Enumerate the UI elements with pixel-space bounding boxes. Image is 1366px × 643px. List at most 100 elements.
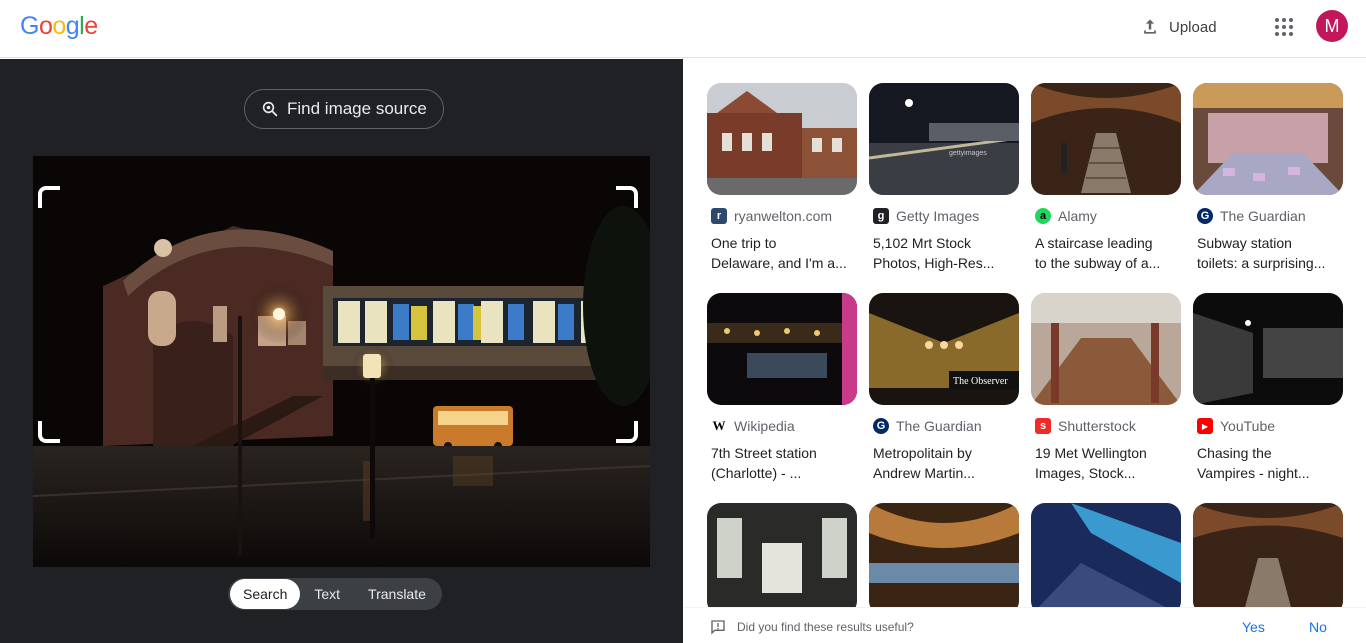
source-name: ryanwelton.com: [734, 208, 833, 224]
result-title[interactable]: Subway station toilets: a surprising...: [1197, 233, 1343, 273]
result-thumbnail[interactable]: The Observer: [869, 293, 1019, 405]
result-card[interactable]: [1193, 503, 1343, 615]
lens-search-icon: [262, 101, 278, 117]
result-thumbnail[interactable]: [1031, 503, 1181, 615]
title-line: A staircase leading: [1035, 235, 1153, 251]
result-source: G The Guardian: [1197, 207, 1343, 225]
upload-icon: [1144, 19, 1156, 34]
result-title[interactable]: 19 Met Wellington Images, Stock...: [1035, 443, 1181, 483]
title-line: toilets: a surprising...: [1197, 255, 1326, 271]
watermark: The Observer: [953, 376, 1008, 387]
result-card[interactable]: W Wikipedia 7th Street station (Charlott…: [707, 293, 857, 483]
upload-label: Upload: [1169, 18, 1217, 36]
alamy-favicon: a: [1035, 208, 1051, 224]
feedback-yes-button[interactable]: Yes: [1242, 619, 1265, 635]
title-line: Vampires - night...: [1197, 465, 1310, 481]
result-title[interactable]: A staircase leading to the subway of a..…: [1035, 233, 1181, 273]
crop-corner-top-right[interactable]: [616, 186, 638, 208]
youtube-favicon: ▶: [1197, 418, 1213, 434]
result-thumbnail[interactable]: gettyimages: [869, 83, 1019, 195]
result-card[interactable]: s Shutterstock 19 Met Wellington Images,…: [1031, 293, 1181, 483]
result-title[interactable]: Chasing the Vampires - night...: [1197, 443, 1343, 483]
result-thumbnail[interactable]: [1031, 83, 1181, 195]
title-line: Images, Stock...: [1035, 465, 1136, 481]
source-name: Alamy: [1058, 208, 1097, 224]
upload-button[interactable]: Upload: [1140, 12, 1217, 42]
visual-matches-panel: r ryanwelton.com One trip to Delaware, a…: [683, 59, 1366, 643]
result-source: ▶ YouTube: [1197, 417, 1343, 435]
source-name: Wikipedia: [734, 418, 795, 434]
feedback-question: Did you find these results useful?: [737, 620, 914, 634]
result-thumbnail[interactable]: [1193, 503, 1343, 615]
title-line: Photos, High-Res...: [873, 255, 995, 271]
tab-search[interactable]: Search: [230, 579, 301, 609]
guardian-favicon: G: [1197, 208, 1213, 224]
result-source: r ryanwelton.com: [711, 207, 857, 225]
getty-favicon: g: [873, 208, 889, 224]
result-title[interactable]: 5,102 Mrt Stock Photos, High-Res...: [873, 233, 1019, 273]
result-source: G The Guardian: [873, 417, 1019, 435]
result-card[interactable]: [869, 503, 1019, 615]
feedback-no-button[interactable]: No: [1309, 619, 1327, 635]
crop-corner-bottom-right[interactable]: [616, 421, 638, 443]
result-thumbnail[interactable]: [707, 503, 857, 615]
result-thumbnail[interactable]: [1193, 83, 1343, 195]
title-line: 19 Met Wellington: [1035, 445, 1147, 461]
title-line: (Charlotte) - ...: [711, 465, 802, 481]
result-thumbnail[interactable]: [707, 83, 857, 195]
logo-letter: G: [20, 12, 39, 40]
lens-mode-tabs: Search Text Translate: [228, 578, 442, 610]
apps-grid-icon[interactable]: [1273, 16, 1295, 38]
feedback-bar: Did you find these results useful? Yes N…: [683, 607, 1366, 643]
top-bar: Google Upload M: [0, 0, 1366, 58]
title-line: Delaware, and I'm a...: [711, 255, 847, 271]
ryanwelton-favicon: r: [711, 208, 727, 224]
result-thumbnail[interactable]: [1193, 293, 1343, 405]
source-name: The Guardian: [1220, 208, 1306, 224]
find-source-label: Find image source: [287, 99, 427, 118]
logo-letter: g: [65, 12, 80, 40]
crop-corner-top-left[interactable]: [38, 186, 60, 208]
result-card[interactable]: [1031, 503, 1181, 615]
result-card[interactable]: G The Guardian Subway station toilets: a…: [1193, 83, 1343, 273]
result-card[interactable]: The Observer G The Guardian Metropolitai…: [869, 293, 1019, 483]
avatar[interactable]: M: [1316, 10, 1348, 42]
query-image[interactable]: [33, 156, 650, 567]
title-line: 7th Street station: [711, 445, 817, 461]
result-thumbnail[interactable]: [1031, 293, 1181, 405]
source-name: The Guardian: [896, 418, 982, 434]
result-title[interactable]: Metropolitain by Andrew Martin...: [873, 443, 1019, 483]
tab-text[interactable]: Text: [300, 579, 354, 609]
result-source: W Wikipedia: [711, 417, 857, 435]
result-thumbnail[interactable]: [707, 293, 857, 405]
wikipedia-favicon: W: [711, 418, 727, 434]
result-title[interactable]: 7th Street station (Charlotte) - ...: [711, 443, 857, 483]
result-source: g Getty Images: [873, 207, 1019, 225]
logo-letter: o: [52, 12, 66, 40]
title-line: Andrew Martin...: [873, 465, 975, 481]
watermark: gettyimages: [949, 150, 987, 157]
result-card[interactable]: r ryanwelton.com One trip to Delaware, a…: [707, 83, 857, 273]
source-name: Getty Images: [896, 208, 980, 224]
find-image-source-button[interactable]: Find image source: [244, 89, 444, 129]
result-title[interactable]: One trip to Delaware, and I'm a...: [711, 233, 857, 273]
feedback-icon: [711, 620, 725, 635]
title-line: to the subway of a...: [1035, 255, 1161, 271]
result-card[interactable]: gettyimages g Getty Images 5,102 Mrt Sto…: [869, 83, 1019, 273]
guardian-favicon: G: [873, 418, 889, 434]
result-source: s Shutterstock: [1035, 417, 1181, 435]
title-line: 5,102 Mrt Stock: [873, 235, 972, 251]
result-card[interactable]: ▶ YouTube Chasing the Vampires - night..…: [1193, 293, 1343, 483]
avatar-letter: M: [1324, 15, 1340, 36]
lens-panel: Find image source Search Text Translate: [0, 59, 683, 643]
google-logo[interactable]: Google: [20, 12, 98, 41]
title-line: Metropolitain by: [873, 445, 972, 461]
crop-corner-bottom-left[interactable]: [38, 421, 60, 443]
title-line: Subway station: [1197, 235, 1292, 251]
result-card[interactable]: a Alamy A staircase leading to the subwa…: [1031, 83, 1181, 273]
result-source: a Alamy: [1035, 207, 1181, 225]
tab-translate[interactable]: Translate: [354, 579, 440, 609]
result-thumbnail[interactable]: [869, 503, 1019, 615]
result-card[interactable]: [707, 503, 857, 615]
logo-letter: o: [38, 12, 53, 40]
